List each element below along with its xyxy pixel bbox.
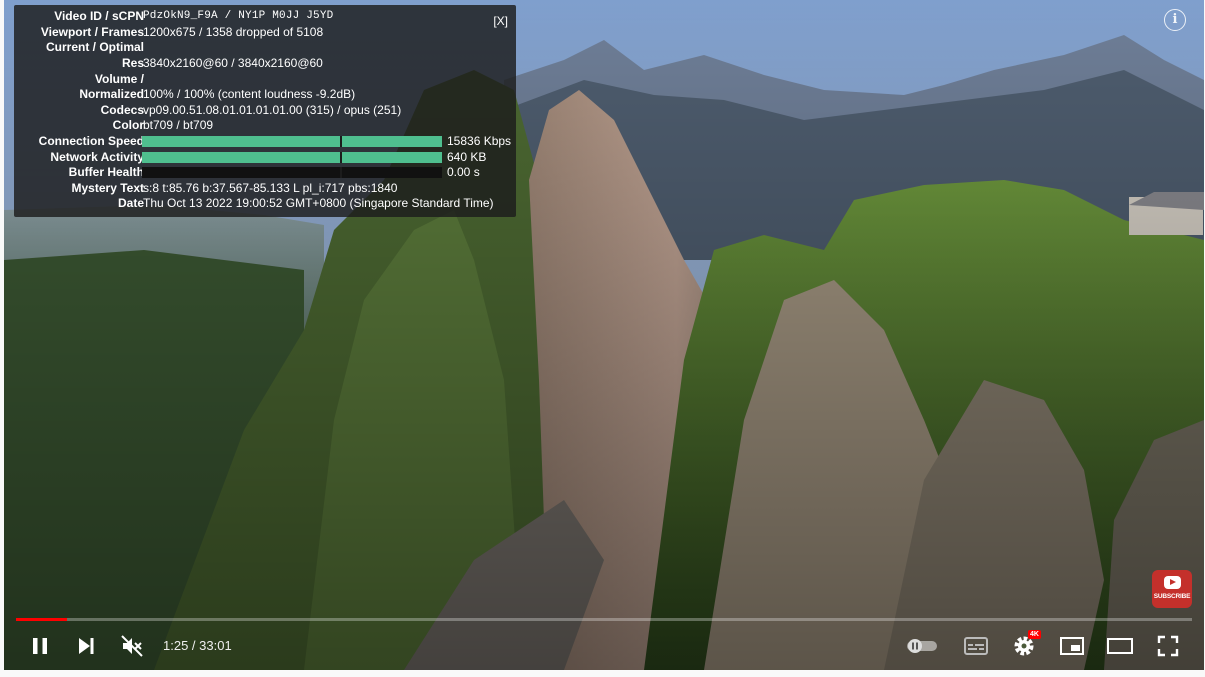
stats-for-nerds-panel: [X] Video ID / sCPN PdzOkN9_F9A / NY1P M0J… (14, 5, 516, 217)
youtube-logo-icon (1164, 576, 1181, 589)
time-display: 1:25 / 33:01 (163, 622, 232, 670)
stats-row: Color bt709 / bt709 (14, 118, 516, 134)
subtitles-button[interactable] (956, 622, 996, 670)
mute-button[interactable] (112, 622, 152, 670)
stats-row: Normalized 100% / 100% (content loudness … (14, 87, 516, 103)
theater-mode-icon (1107, 638, 1133, 654)
video-player[interactable]: [X] Video ID / sCPN PdzOkN9_F9A / NY1P M0J… (4, 0, 1204, 670)
stats-row: Network Activity 640 KB (14, 150, 516, 166)
stats-row: Buffer Health 0.00 s (14, 165, 516, 181)
subscribe-label: SUBSCRIBE (1153, 593, 1191, 600)
stats-graph-divider (340, 167, 342, 178)
fullscreen-icon (1157, 635, 1179, 657)
autoplay-toggle[interactable] (902, 622, 942, 670)
stats-graph (142, 151, 442, 163)
stats-graph-fill (142, 136, 442, 147)
stats-key: Connection Speed (38, 134, 144, 148)
stats-key: Res (121, 56, 144, 70)
stats-key: Video ID / sCPN (54, 9, 144, 23)
stats-row: Video ID / sCPN PdzOkN9_F9A / NY1P M0JJ J… (14, 9, 516, 25)
current-time: 1:25 (163, 638, 189, 653)
stats-row: Viewport / Frames 1200x675 / 1358 dropped… (14, 25, 516, 41)
settings-button[interactable]: 4K (1004, 622, 1044, 670)
stats-value: PdzOkN9_F9A / NY1P M0JJ J5YD (143, 10, 334, 22)
stats-row: Res 3840x2160@60 / 3840x2160@60 (14, 56, 516, 72)
stats-key: Date (117, 196, 144, 210)
stats-key: Viewport / Frames (40, 24, 144, 39)
autoplay-toggle-icon (907, 639, 937, 653)
stats-value: Thu Oct 13 2022 19:00:52 GMT+0800 (Singa… (143, 196, 494, 210)
stats-value: 640 KB (447, 149, 487, 164)
stats-row: Mystery Text s:8 t:85.76 b:37.567-85.133 … (14, 181, 516, 197)
info-icon[interactable]: i (1164, 9, 1186, 31)
subtitles-icon (964, 637, 988, 655)
stats-key: Codecs (100, 102, 144, 117)
stats-value: vp09.00.51.08.01.01.01.01.00 (315) / opu… (143, 102, 402, 117)
duration: 33:01 (199, 638, 232, 653)
miniplayer-button[interactable] (1052, 622, 1092, 670)
pause-icon (33, 638, 47, 654)
next-icon (79, 638, 94, 654)
stats-key: Buffer Health (68, 165, 144, 179)
next-button[interactable] (66, 622, 106, 670)
stats-row: Current / Optimal (14, 40, 516, 56)
stats-row: Connection Speed 15836 Kbps (14, 134, 516, 150)
progress-bar[interactable] (16, 618, 1192, 621)
stats-value: 0.00 s (447, 165, 480, 179)
progress-played (16, 618, 67, 621)
stats-row: Date Thu Oct 13 2022 19:00:52 GMT+0800 (S… (14, 196, 516, 212)
stats-key: Color (112, 118, 144, 132)
stats-value: 1200x675 / 1358 dropped of 5108 (143, 24, 324, 39)
stats-key: Mystery Text (71, 180, 144, 195)
theater-mode-button[interactable] (1100, 622, 1140, 670)
fullscreen-button[interactable] (1148, 622, 1188, 670)
stats-value: 3840x2160@60 / 3840x2160@60 (143, 56, 323, 70)
stats-key: Network Activity (50, 149, 144, 164)
miniplayer-icon (1060, 637, 1084, 655)
stats-value: s:8 t:85.76 b:37.567-85.133 L pl_i:717 p… (143, 180, 398, 195)
stats-graph-divider (340, 136, 342, 147)
stats-key: Current / Optimal (45, 40, 144, 54)
stats-row: Volume / (14, 72, 516, 88)
mute-icon (121, 635, 143, 657)
stats-value: bt709 / bt709 (143, 118, 214, 132)
stats-graph-divider (340, 151, 342, 163)
stats-value: 15836 Kbps (447, 134, 512, 148)
subscribe-watermark[interactable]: SUBSCRIBE (1152, 570, 1192, 608)
quality-badge: 4K (1028, 630, 1041, 639)
player-controls: 1:25 / 33:01 4K (4, 622, 1204, 670)
stats-row: Codecs vp09.00.51.08.01.01.01.01.00 (315)… (14, 103, 516, 119)
stats-graph-fill (142, 151, 442, 163)
stats-graph (142, 136, 442, 147)
stats-graph (142, 167, 442, 178)
stats-key: Volume / (94, 71, 144, 86)
pause-button[interactable] (20, 622, 60, 670)
time-separator: / (188, 638, 200, 653)
stats-key: Normalized (79, 87, 144, 101)
stats-value: 100% / 100% (content loudness -9.2dB) (143, 87, 356, 101)
